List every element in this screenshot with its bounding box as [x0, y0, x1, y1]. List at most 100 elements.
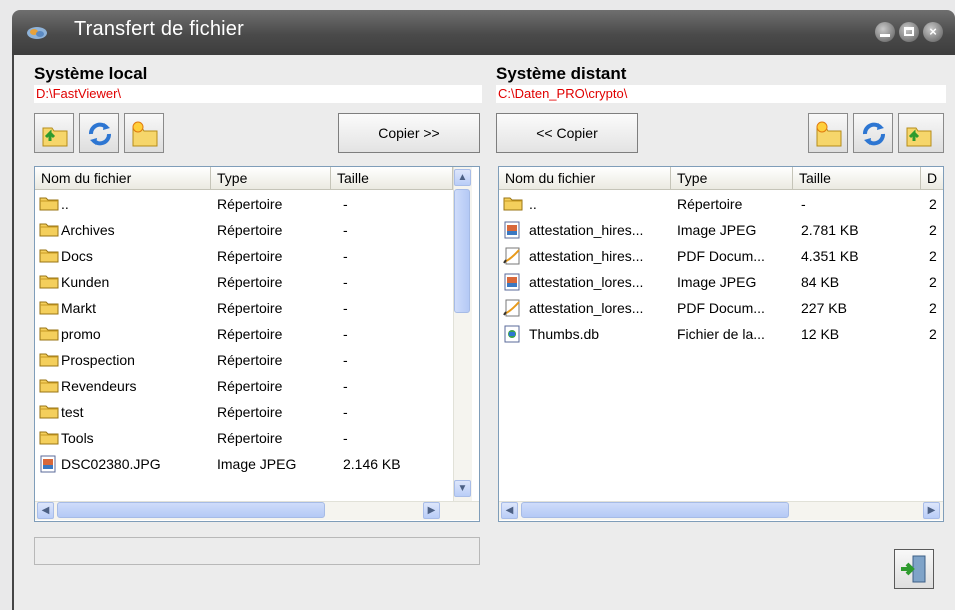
- file-name-cell: promo: [61, 326, 101, 342]
- file-type-cell: Répertoire: [217, 430, 283, 446]
- horizontal-scroll-thumb[interactable]: [521, 502, 789, 518]
- scroll-right-button[interactable]: ▶: [923, 502, 940, 519]
- file-name-cell: Markt: [61, 300, 96, 316]
- column-header-name[interactable]: Nom du fichier: [499, 167, 671, 189]
- file-name-cell: Docs: [61, 248, 93, 264]
- remote-new-folder-button[interactable]: [808, 113, 848, 153]
- file-type-cell: PDF Docum...: [677, 248, 765, 264]
- file-transfer-window: Système local D:\FastViewer\ Copier >> N…: [12, 55, 955, 610]
- table-row[interactable]: attestation_hires... Image JPEG 2.781 KB 2: [499, 217, 943, 243]
- file-size-cell: 2.781 KB: [801, 222, 859, 238]
- table-row[interactable]: test Répertoire -: [35, 399, 479, 425]
- jpeg-file-icon: [39, 451, 59, 481]
- local-file-list[interactable]: Nom du fichier Type Taille .. Répertoire -…: [34, 166, 480, 522]
- table-row[interactable]: Docs Répertoire -: [35, 243, 479, 269]
- exit-button[interactable]: [894, 549, 934, 589]
- window-title: Transfert de fichier: [74, 18, 244, 40]
- local-path: D:\FastViewer\: [34, 85, 482, 103]
- remote-path: C:\Daten_PRO\crypto\: [496, 85, 946, 103]
- scroll-left-button[interactable]: ◀: [501, 502, 518, 519]
- local-horizontal-scrollbar[interactable]: ◀ ▶: [35, 501, 479, 520]
- file-type-cell: Répertoire: [217, 404, 283, 420]
- app-icon: [27, 27, 47, 39]
- file-size-cell: -: [343, 248, 348, 264]
- db-file-icon: [503, 321, 523, 351]
- local-vertical-scrollbar[interactable]: ▲ ▼: [453, 167, 472, 501]
- table-row[interactable]: attestation_lores... Image JPEG 84 KB 2: [499, 269, 943, 295]
- remote-refresh-button[interactable]: [853, 113, 893, 153]
- vertical-scroll-thumb[interactable]: [454, 189, 470, 313]
- table-row[interactable]: attestation_hires... PDF Docum... 4.351 KB…: [499, 243, 943, 269]
- file-size-cell: -: [343, 326, 348, 342]
- minimize-button[interactable]: [875, 22, 895, 42]
- file-date-cell: 2: [929, 196, 937, 212]
- new-folder-icon: [816, 121, 842, 147]
- file-type-cell: Image JPEG: [217, 456, 297, 472]
- file-size-cell: -: [801, 196, 806, 212]
- file-type-cell: Image JPEG: [677, 222, 757, 238]
- new-folder-icon: [132, 121, 158, 147]
- table-row[interactable]: .. Répertoire - 2: [499, 191, 943, 217]
- file-type-cell: Répertoire: [677, 196, 743, 212]
- maximize-button[interactable]: [899, 22, 919, 42]
- file-type-cell: Répertoire: [217, 352, 283, 368]
- file-name-cell: Thumbs.db: [529, 326, 600, 342]
- file-date-cell: 2: [929, 222, 937, 238]
- column-header-type[interactable]: Type: [211, 167, 331, 189]
- scroll-left-button[interactable]: ◀: [37, 502, 54, 519]
- table-row[interactable]: promo Répertoire -: [35, 321, 479, 347]
- local-list-header: Nom du fichier Type Taille: [35, 167, 453, 190]
- file-name-cell: attestation_hires...: [529, 222, 644, 238]
- table-row[interactable]: Archives Répertoire -: [35, 217, 479, 243]
- folder-up-icon: [906, 127, 932, 147]
- table-row[interactable]: Kunden Répertoire -: [35, 269, 479, 295]
- scroll-down-button[interactable]: ▼: [454, 480, 471, 497]
- file-name-cell: DSC02380.JPG: [61, 456, 161, 472]
- column-header-date[interactable]: D: [921, 167, 943, 189]
- file-type-cell: PDF Docum...: [677, 300, 765, 316]
- file-name-cell: Archives: [61, 222, 115, 238]
- remote-up-folder-button[interactable]: [898, 113, 944, 153]
- table-row[interactable]: Prospection Répertoire -: [35, 347, 479, 373]
- file-name-cell: ..: [61, 196, 69, 212]
- copy-to-local-button[interactable]: << Copier: [496, 113, 638, 153]
- close-button[interactable]: ×: [923, 22, 943, 42]
- table-row[interactable]: DSC02380.JPG Image JPEG 2.146 KB: [35, 451, 479, 477]
- local-new-folder-button[interactable]: [124, 113, 164, 153]
- file-type-cell: Répertoire: [217, 196, 283, 212]
- file-date-cell: 2: [929, 248, 937, 264]
- file-type-cell: Image JPEG: [677, 274, 757, 290]
- local-up-folder-button[interactable]: [34, 113, 74, 153]
- file-size-cell: 84 KB: [801, 274, 840, 290]
- horizontal-scroll-thumb[interactable]: [57, 502, 325, 518]
- table-row[interactable]: attestation_lores... PDF Docum... 227 KB 2: [499, 295, 943, 321]
- column-header-size[interactable]: Taille: [793, 167, 921, 189]
- file-date-cell: 2: [929, 326, 937, 342]
- file-size-cell: 4.351 KB: [801, 248, 859, 264]
- status-box: [34, 537, 480, 565]
- scroll-right-button[interactable]: ▶: [423, 502, 440, 519]
- file-size-cell: -: [343, 300, 348, 316]
- table-row[interactable]: .. Répertoire -: [35, 191, 479, 217]
- table-row[interactable]: Revendeurs Répertoire -: [35, 373, 479, 399]
- remote-file-list[interactable]: Nom du fichier Type Taille D .. Répertoir…: [498, 166, 944, 522]
- file-name-cell: test: [61, 404, 84, 420]
- file-size-cell: -: [343, 274, 348, 290]
- local-refresh-button[interactable]: [79, 113, 119, 153]
- table-row[interactable]: Thumbs.db Fichier de la... 12 KB 2: [499, 321, 943, 347]
- scroll-up-button[interactable]: ▲: [454, 169, 471, 186]
- remote-horizontal-scrollbar[interactable]: ◀ ▶: [499, 501, 943, 520]
- column-header-type[interactable]: Type: [671, 167, 793, 189]
- copy-to-remote-button[interactable]: Copier >>: [338, 113, 480, 153]
- file-name-cell: attestation_hires...: [529, 248, 644, 264]
- file-size-cell: -: [343, 430, 348, 446]
- file-date-cell: 2: [929, 300, 937, 316]
- table-row[interactable]: Markt Répertoire -: [35, 295, 479, 321]
- file-type-cell: Répertoire: [217, 248, 283, 264]
- column-header-size[interactable]: Taille: [331, 167, 453, 189]
- file-type-cell: Fichier de la...: [677, 326, 765, 342]
- file-type-cell: Répertoire: [217, 326, 283, 342]
- table-row[interactable]: Tools Répertoire -: [35, 425, 479, 451]
- column-header-name[interactable]: Nom du fichier: [35, 167, 211, 189]
- file-size-cell: 227 KB: [801, 300, 847, 316]
